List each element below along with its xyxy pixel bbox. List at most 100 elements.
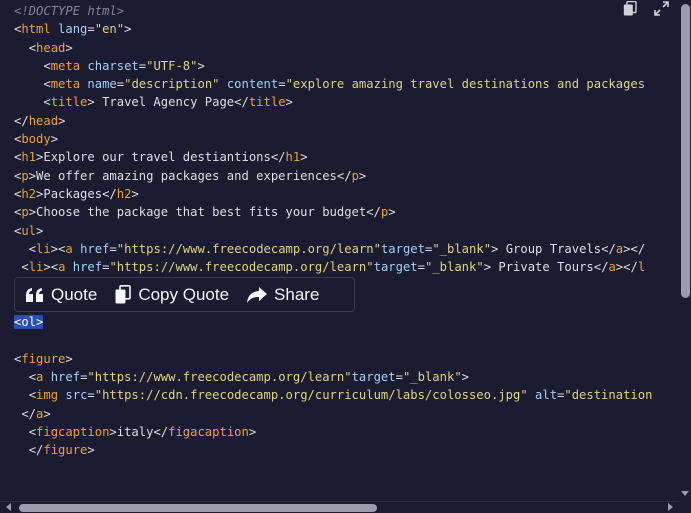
tag-name-token: figure — [21, 351, 66, 366]
tag-name-token: html — [21, 22, 51, 37]
bracket-token: > — [50, 132, 59, 147]
tag-name-token: figcaption — [36, 424, 110, 439]
text-token: Private Tours — [491, 260, 594, 275]
quote-button[interactable]: Quote — [26, 285, 97, 305]
bracket-token: > — [131, 186, 139, 201]
code-editor[interactable]: <!DOCTYPE html> <html lang="en"> <head> <… — [0, 0, 679, 501]
tag-name-token: li — [36, 241, 51, 256]
tag-name-token: meta — [50, 77, 81, 92]
share-button[interactable]: Share — [247, 285, 319, 305]
scrollbar-corner — [679, 501, 691, 513]
code-line[interactable] — [14, 331, 652, 349]
code-line[interactable]: <h1>Explore our travel destiantions</h1> — [14, 148, 652, 166]
string-token: "UTF-8" — [146, 58, 198, 73]
code-line[interactable]: <!DOCTYPE html> — [14, 2, 652, 20]
bracket-token: > — [197, 58, 205, 73]
bracket-token: ></ — [615, 260, 638, 275]
bracket-token: < — [28, 241, 37, 256]
bracket-token: < — [28, 369, 37, 384]
tag-name-token: head — [36, 40, 66, 55]
tag-name-token: figacaption — [168, 424, 249, 439]
attribute-token: src — [65, 388, 88, 403]
string-token: "https://cdn.freecodecamp.org/curriculum… — [94, 388, 528, 403]
tag-name-token: head — [28, 113, 59, 128]
bracket-token: </ — [153, 424, 169, 439]
equals-token: = — [109, 241, 117, 256]
code-line[interactable]: </head> — [14, 112, 652, 130]
attribute-token: target — [373, 260, 418, 275]
attribute-token: target — [351, 369, 396, 384]
scroll-left-arrow-icon[interactable] — [6, 503, 11, 511]
text-token: Travel Agency Page — [94, 95, 235, 110]
text-token: italy — [116, 424, 154, 439]
copy-icon[interactable] — [621, 0, 639, 16]
code-line[interactable]: <head> — [14, 39, 652, 57]
tag-name-token: li — [28, 260, 44, 275]
scroll-right-arrow-icon[interactable] — [668, 503, 673, 511]
horizontal-scrollbar-thumb[interactable] — [19, 504, 377, 512]
bracket-token: > — [285, 95, 293, 110]
tag-name-token: l — [637, 260, 646, 275]
bracket-token: </ — [28, 443, 44, 458]
code-line[interactable]: <img src="https://cdn.freecodecamp.org/c… — [14, 386, 653, 404]
code-line[interactable]: <li><a href="https://www.freecodecamp.or… — [14, 258, 652, 276]
tag-name-token: title — [50, 95, 88, 110]
bracket-token: </ — [234, 95, 249, 110]
tag-name-token: ul — [21, 223, 37, 238]
text-token: Choose the package that best fits your b… — [36, 205, 367, 220]
code-line[interactable]: <li><a href="https://www.freecodecamp.or… — [14, 240, 652, 258]
expand-icon[interactable] — [652, 0, 670, 16]
code-line[interactable]: <body> — [14, 130, 652, 148]
bracket-token: </ — [270, 150, 286, 165]
code-line[interactable]: <ol> — [14, 313, 652, 331]
bracket-token: > — [28, 168, 37, 183]
bracket-token: > — [65, 40, 73, 55]
code-line[interactable]: <ul> — [14, 222, 652, 240]
attribute-token: charset — [87, 58, 139, 73]
code-line[interactable]: <p>We offer amazing packages and experie… — [14, 167, 652, 185]
bracket-token: > — [87, 95, 95, 110]
tag-name-token: img — [36, 388, 59, 403]
copy-quote-label: Copy Quote — [138, 284, 230, 304]
code-line[interactable]: <a href="https://www.freecodecamp.org/le… — [14, 368, 652, 386]
string-token: "destination — [564, 388, 653, 403]
bracket-token: > — [43, 260, 51, 275]
tag-name-token: p — [351, 168, 359, 183]
equals-token: = — [87, 22, 95, 37]
code-line[interactable]: <p>Choose the package that best fits you… — [14, 203, 652, 221]
code-line[interactable]: <meta charset="UTF-8"> — [14, 57, 652, 75]
code-line[interactable]: <figure> — [14, 350, 652, 368]
code-line[interactable]: <html lang="en"> — [14, 20, 652, 38]
equals-token: = — [87, 388, 95, 403]
code-line[interactable]: <title> Travel Agency Page</title> — [14, 93, 652, 111]
scroll-down-arrow-icon[interactable] — [681, 491, 689, 496]
equals-token: = — [395, 369, 403, 384]
string-token: "description" — [124, 77, 220, 92]
copy-quote-button[interactable]: Copy Quote — [115, 285, 229, 305]
bracket-token: > — [248, 424, 257, 439]
code-block[interactable]: <!DOCTYPE html> <html lang="en"> <head> <… — [14, 2, 652, 459]
attribute-token: alt — [535, 388, 558, 403]
share-label: Share — [274, 284, 320, 304]
code-line[interactable]: </a> — [14, 405, 652, 423]
code-line[interactable]: </figure> — [14, 441, 652, 459]
text-token: Group Travels — [498, 241, 602, 256]
bracket-token: > — [50, 241, 59, 256]
tag-name-token: title — [248, 95, 286, 110]
code-line[interactable]: <figcaption>italy</figacaption> — [14, 423, 652, 441]
tag-name-token: h1 — [21, 150, 37, 165]
vertical-scrollbar-thumb[interactable] — [681, 4, 690, 298]
code-line[interactable]: <meta name="description" content="explor… — [14, 75, 652, 93]
tag-name-token: h2 — [116, 186, 132, 201]
tag-name-token: body — [21, 132, 51, 147]
text-token: Explore our travel destiantions — [43, 150, 271, 165]
copy-icon — [115, 285, 132, 304]
code-line[interactable]: <h2>Packages</h2> — [14, 185, 652, 203]
